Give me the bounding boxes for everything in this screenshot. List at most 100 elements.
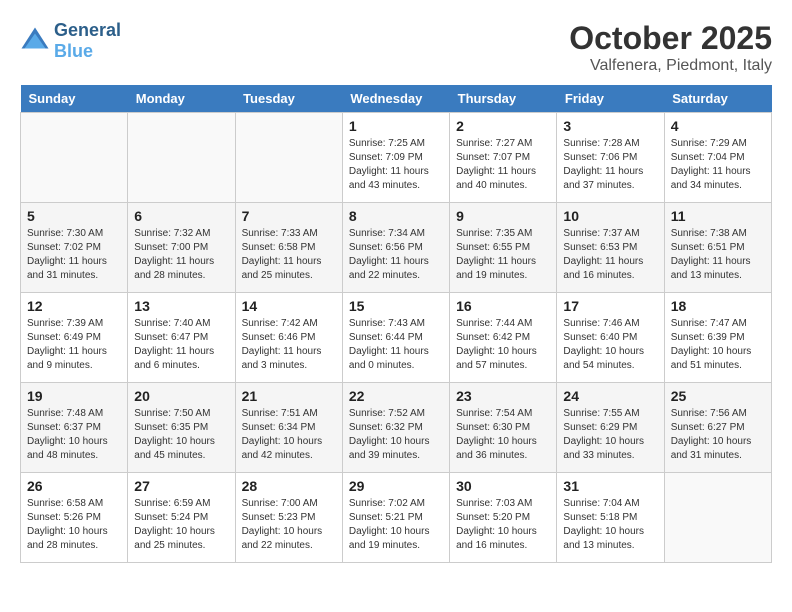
page-header: General Blue October 2025 Valfenera, Pie… xyxy=(20,20,772,75)
calendar-week-row: 12Sunrise: 7:39 AM Sunset: 6:49 PM Dayli… xyxy=(21,293,772,383)
logo-icon xyxy=(20,26,50,56)
day-number: 26 xyxy=(27,478,121,494)
day-number: 12 xyxy=(27,298,121,314)
day-info: Sunrise: 7:33 AM Sunset: 6:58 PM Dayligh… xyxy=(242,227,336,283)
calendar-week-row: 5 Sunrise: 7:30 AM Sunset: 7:02 PM Daylig… xyxy=(21,203,772,293)
calendar-cell: 24 Sunrise: 7:55 AM Sunset: 6:29 PM Dayli… xyxy=(557,383,664,473)
day-info: Sunrise: 7:04 AM Sunset: 5:18 PM Dayligh… xyxy=(563,497,657,553)
calendar-cell: 2Sunrise: 7:27 AM Sunset: 7:07 PM Daylig… xyxy=(450,113,557,203)
day-number: 17 xyxy=(563,298,657,314)
calendar-cell xyxy=(21,113,128,203)
day-number: 10 xyxy=(563,208,657,224)
day-number: 19 xyxy=(27,388,121,404)
day-info: Sunrise: 7:00 AM Sunset: 5:23 PM Dayligh… xyxy=(242,497,336,553)
day-info: Sunrise: 7:43 AM Sunset: 6:44 PM Dayligh… xyxy=(349,317,443,373)
weekday-header-tuesday: Tuesday xyxy=(235,85,342,113)
weekday-header-row: SundayMondayTuesdayWednesdayThursdayFrid… xyxy=(21,85,772,113)
calendar-cell: 5 Sunrise: 7:30 AM Sunset: 7:02 PM Daylig… xyxy=(21,203,128,293)
day-number: 5 xyxy=(27,208,121,224)
day-info: Sunrise: 7:42 AM Sunset: 6:46 PM Dayligh… xyxy=(242,317,336,373)
day-info: Sunrise: 6:58 AM Sunset: 5:26 PM Dayligh… xyxy=(27,497,121,553)
day-info: Sunrise: 7:30 AM Sunset: 7:02 PM Dayligh… xyxy=(27,227,121,283)
calendar-cell: 3 Sunrise: 7:28 AM Sunset: 7:06 PM Daylig… xyxy=(557,113,664,203)
day-info: Sunrise: 7:38 AM Sunset: 6:51 PM Dayligh… xyxy=(671,227,765,283)
day-info: Sunrise: 7:55 AM Sunset: 6:29 PM Dayligh… xyxy=(563,407,657,463)
day-info: Sunrise: 7:02 AM Sunset: 5:21 PM Dayligh… xyxy=(349,497,443,553)
day-number: 24 xyxy=(563,388,657,404)
day-number: 21 xyxy=(242,388,336,404)
day-number: 25 xyxy=(671,388,765,404)
weekday-header-friday: Friday xyxy=(557,85,664,113)
calendar-week-row: 19 Sunrise: 7:48 AM Sunset: 6:37 PM Dayli… xyxy=(21,383,772,473)
day-number: 18 xyxy=(671,298,765,314)
weekday-header-wednesday: Wednesday xyxy=(342,85,449,113)
logo: General Blue xyxy=(20,20,121,62)
title-block: October 2025 Valfenera, Piedmont, Italy xyxy=(569,20,772,75)
calendar-cell: 26 Sunrise: 6:58 AM Sunset: 5:26 PM Dayli… xyxy=(21,473,128,563)
day-info: Sunrise: 7:47 AM Sunset: 6:39 PM Dayligh… xyxy=(671,317,765,373)
calendar-cell: 8Sunrise: 7:34 AM Sunset: 6:56 PM Daylig… xyxy=(342,203,449,293)
calendar-cell: 22 Sunrise: 7:52 AM Sunset: 6:32 PM Dayli… xyxy=(342,383,449,473)
weekday-header-thursday: Thursday xyxy=(450,85,557,113)
calendar-cell: 7 Sunrise: 7:33 AM Sunset: 6:58 PM Daylig… xyxy=(235,203,342,293)
calendar-cell: 15 Sunrise: 7:43 AM Sunset: 6:44 PM Dayli… xyxy=(342,293,449,383)
day-number: 3 xyxy=(563,118,657,134)
month-title: October 2025 xyxy=(569,20,772,57)
day-info: Sunrise: 7:50 AM Sunset: 6:35 PM Dayligh… xyxy=(134,407,228,463)
day-number: 1 xyxy=(349,118,443,134)
calendar-cell: 25Sunrise: 7:56 AM Sunset: 6:27 PM Dayli… xyxy=(664,383,771,473)
calendar-cell: 12Sunrise: 7:39 AM Sunset: 6:49 PM Dayli… xyxy=(21,293,128,383)
day-number: 11 xyxy=(671,208,765,224)
calendar-cell: 29 Sunrise: 7:02 AM Sunset: 5:21 PM Dayli… xyxy=(342,473,449,563)
day-info: Sunrise: 7:40 AM Sunset: 6:47 PM Dayligh… xyxy=(134,317,228,373)
calendar-cell: 17 Sunrise: 7:46 AM Sunset: 6:40 PM Dayli… xyxy=(557,293,664,383)
calendar-table: SundayMondayTuesdayWednesdayThursdayFrid… xyxy=(20,85,772,563)
day-number: 27 xyxy=(134,478,228,494)
day-info: Sunrise: 7:35 AM Sunset: 6:55 PM Dayligh… xyxy=(456,227,550,283)
weekday-header-saturday: Saturday xyxy=(664,85,771,113)
calendar-cell xyxy=(235,113,342,203)
weekday-header-sunday: Sunday xyxy=(21,85,128,113)
calendar-cell: 30Sunrise: 7:03 AM Sunset: 5:20 PM Dayli… xyxy=(450,473,557,563)
calendar-cell: 18 Sunrise: 7:47 AM Sunset: 6:39 PM Dayli… xyxy=(664,293,771,383)
day-number: 13 xyxy=(134,298,228,314)
day-info: Sunrise: 7:48 AM Sunset: 6:37 PM Dayligh… xyxy=(27,407,121,463)
day-number: 22 xyxy=(349,388,443,404)
day-number: 4 xyxy=(671,118,765,134)
logo-text-blue: Blue xyxy=(54,41,121,62)
calendar-cell: 27 Sunrise: 6:59 AM Sunset: 5:24 PM Dayli… xyxy=(128,473,235,563)
day-number: 15 xyxy=(349,298,443,314)
calendar-cell xyxy=(664,473,771,563)
calendar-cell xyxy=(128,113,235,203)
calendar-cell: 13 Sunrise: 7:40 AM Sunset: 6:47 PM Dayli… xyxy=(128,293,235,383)
day-info: Sunrise: 7:54 AM Sunset: 6:30 PM Dayligh… xyxy=(456,407,550,463)
day-info: Sunrise: 7:32 AM Sunset: 7:00 PM Dayligh… xyxy=(134,227,228,283)
day-number: 7 xyxy=(242,208,336,224)
day-number: 23 xyxy=(456,388,550,404)
day-number: 6 xyxy=(134,208,228,224)
calendar-week-row: 26 Sunrise: 6:58 AM Sunset: 5:26 PM Dayli… xyxy=(21,473,772,563)
day-info: Sunrise: 7:52 AM Sunset: 6:32 PM Dayligh… xyxy=(349,407,443,463)
day-info: Sunrise: 7:37 AM Sunset: 6:53 PM Dayligh… xyxy=(563,227,657,283)
calendar-cell: 9Sunrise: 7:35 AM Sunset: 6:55 PM Daylig… xyxy=(450,203,557,293)
day-number: 14 xyxy=(242,298,336,314)
day-number: 29 xyxy=(349,478,443,494)
day-info: Sunrise: 7:51 AM Sunset: 6:34 PM Dayligh… xyxy=(242,407,336,463)
day-number: 8 xyxy=(349,208,443,224)
logo-text-general: General xyxy=(54,20,121,41)
day-number: 20 xyxy=(134,388,228,404)
day-info: Sunrise: 7:46 AM Sunset: 6:40 PM Dayligh… xyxy=(563,317,657,373)
day-info: Sunrise: 7:29 AM Sunset: 7:04 PM Dayligh… xyxy=(671,137,765,193)
calendar-cell: 31Sunrise: 7:04 AM Sunset: 5:18 PM Dayli… xyxy=(557,473,664,563)
day-info: Sunrise: 7:44 AM Sunset: 6:42 PM Dayligh… xyxy=(456,317,550,373)
calendar-cell: 4 Sunrise: 7:29 AM Sunset: 7:04 PM Daylig… xyxy=(664,113,771,203)
location: Valfenera, Piedmont, Italy xyxy=(569,57,772,75)
calendar-cell: 14 Sunrise: 7:42 AM Sunset: 6:46 PM Dayli… xyxy=(235,293,342,383)
day-info: Sunrise: 6:59 AM Sunset: 5:24 PM Dayligh… xyxy=(134,497,228,553)
day-info: Sunrise: 7:28 AM Sunset: 7:06 PM Dayligh… xyxy=(563,137,657,193)
day-info: Sunrise: 7:03 AM Sunset: 5:20 PM Dayligh… xyxy=(456,497,550,553)
calendar-cell: 20 Sunrise: 7:50 AM Sunset: 6:35 PM Dayli… xyxy=(128,383,235,473)
day-number: 16 xyxy=(456,298,550,314)
day-number: 28 xyxy=(242,478,336,494)
day-info: Sunrise: 7:25 AM Sunset: 7:09 PM Dayligh… xyxy=(349,137,443,193)
